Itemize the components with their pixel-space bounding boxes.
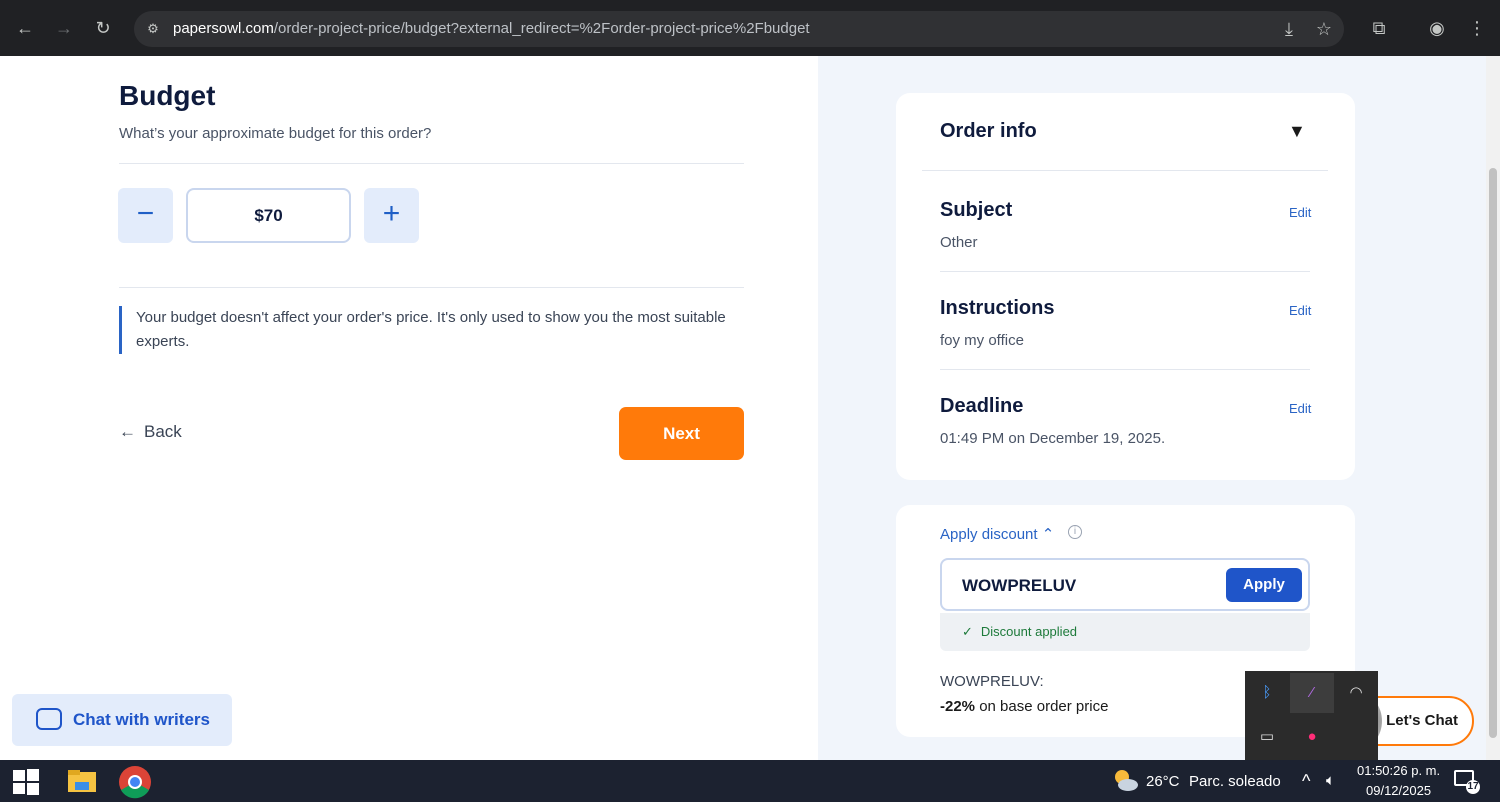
collapse-caret-icon[interactable]: ▼ — [1288, 121, 1306, 142]
url-text[interactable]: papersowl.com/order-project-price/budget… — [173, 20, 810, 37]
clock-time[interactable]: 01:50:26 p. m. — [1357, 763, 1440, 778]
info-icon[interactable]: i — [1068, 525, 1082, 539]
divider — [119, 287, 744, 288]
battery-icon[interactable]: ▭ — [1245, 717, 1289, 757]
clock-date[interactable]: 09/12/2025 — [1366, 783, 1431, 798]
chevron-up-icon: ⌃ — [1041, 526, 1055, 543]
chat-with-writers-label: Chat with writers — [73, 710, 210, 729]
tray-overflow-popup: ᛒ ⁄ ◠ ▭ ● — [1245, 671, 1378, 760]
url-host: papersowl.com — [173, 20, 274, 37]
apply-discount-label: Apply discount — [940, 526, 1038, 543]
apply-discount-button[interactable]: Apply — [1226, 568, 1302, 602]
back-link[interactable]: ← Back — [119, 422, 182, 442]
instructions-value: foy my office — [940, 332, 1024, 349]
next-button[interactable]: Next — [619, 407, 744, 460]
order-info-title: Order info — [940, 120, 1037, 142]
reload-icon[interactable]: ↻ — [91, 16, 115, 40]
promo-desc-text: on base order price — [975, 698, 1109, 715]
subject-value: Other — [940, 234, 978, 251]
install-app-icon[interactable]: ⤓ — [1277, 17, 1301, 41]
windows-taskbar: 26°C Parc. soleado ^ 🔈︎ 01:50:26 p. m. 0… — [0, 760, 1500, 802]
weather-temp[interactable]: 26°C — [1146, 773, 1180, 790]
bookmark-star-icon[interactable]: ☆ — [1312, 17, 1336, 41]
subject-label: Subject — [940, 199, 1013, 221]
notification-count-badge: 17 — [1466, 780, 1480, 794]
page-title: Budget — [119, 80, 216, 111]
page-scrollbar[interactable] — [1486, 56, 1500, 760]
discount-applied-status: ✓ Discount applied — [940, 613, 1310, 651]
divider — [119, 163, 744, 164]
promo-description: -22% on base order price — [940, 698, 1108, 715]
decrease-budget-button[interactable]: − — [118, 188, 173, 243]
checkmark-icon: ✓ — [962, 624, 973, 639]
extensions-icon[interactable]: ⧉ — [1367, 16, 1391, 40]
chat-with-writers-button[interactable]: Chat with writers — [12, 694, 232, 746]
divider — [940, 271, 1310, 272]
notification-center-icon[interactable]: 17 — [1454, 770, 1480, 794]
instructions-label: Instructions — [940, 297, 1055, 319]
divider — [940, 369, 1310, 370]
file-explorer-icon[interactable] — [66, 765, 98, 797]
budget-amount-field[interactable]: $70 — [186, 188, 351, 243]
deadline-label: Deadline — [940, 395, 1024, 417]
deadline-value: 01:49 PM on December 19, 2025. — [940, 430, 1166, 447]
discount-applied-label: Discount applied — [980, 624, 1078, 639]
address-bar[interactable]: ⚙ papersowl.com/order-project-price/budg… — [134, 11, 1344, 47]
weather-description[interactable]: Parc. soleado — [1189, 773, 1281, 790]
order-info-card: Order info ▼ Subject Edit Other Instruct… — [896, 93, 1355, 480]
chat-bubble-icon — [36, 708, 62, 730]
app-tray-icon[interactable]: ● — [1290, 717, 1334, 757]
discount-code-field[interactable]: WOWPRELUV Apply — [940, 558, 1310, 611]
budget-notice: Your budget doesn't affect your order's … — [119, 306, 749, 354]
divider — [922, 170, 1328, 171]
edit-subject-link[interactable]: Edit — [1289, 205, 1311, 220]
discount-code-value: WOWPRELUV — [962, 576, 1077, 595]
tray-expand-icon[interactable]: ^ — [1302, 771, 1310, 792]
back-label: Back — [144, 422, 182, 441]
url-path: /order-project-price/budget?external_red… — [273, 20, 810, 37]
bluetooth-icon[interactable]: ᛒ — [1245, 673, 1289, 713]
browser-menu-icon[interactable]: ⋮ — [1465, 16, 1489, 40]
weather-icon[interactable] — [1110, 766, 1142, 798]
profile-icon[interactable]: ◉ — [1425, 16, 1449, 40]
back-arrow-icon[interactable]: ← — [13, 16, 37, 40]
promo-code-label: WOWPRELUV: — [940, 673, 1044, 690]
pen-icon[interactable]: ⁄ — [1290, 673, 1334, 713]
page-subtitle: What’s your approximate budget for this … — [119, 125, 432, 142]
back-arrow-icon: ← — [119, 422, 136, 441]
edit-deadline-link[interactable]: Edit — [1289, 401, 1311, 416]
apply-discount-toggle[interactable]: Apply discount ⌃ — [940, 525, 1054, 543]
edit-instructions-link[interactable]: Edit — [1289, 303, 1311, 318]
forward-arrow-icon[interactable]: → — [52, 16, 76, 40]
site-settings-icon[interactable]: ⚙ — [144, 20, 162, 38]
chrome-icon[interactable] — [118, 765, 151, 799]
scrollbar-thumb[interactable] — [1489, 168, 1497, 738]
page-content: Budget What’s your approximate budget fo… — [0, 56, 1486, 760]
increase-budget-button[interactable]: + — [364, 188, 419, 243]
browser-toolbar: ← → ↻ ⚙ papersowl.com/order-project-pric… — [0, 0, 1500, 56]
windows-start-icon[interactable] — [12, 768, 40, 796]
network-icon[interactable]: ◠ — [1334, 673, 1378, 713]
volume-icon[interactable]: 🔈︎ — [1326, 772, 1335, 789]
promo-percent: -22% — [940, 698, 976, 715]
